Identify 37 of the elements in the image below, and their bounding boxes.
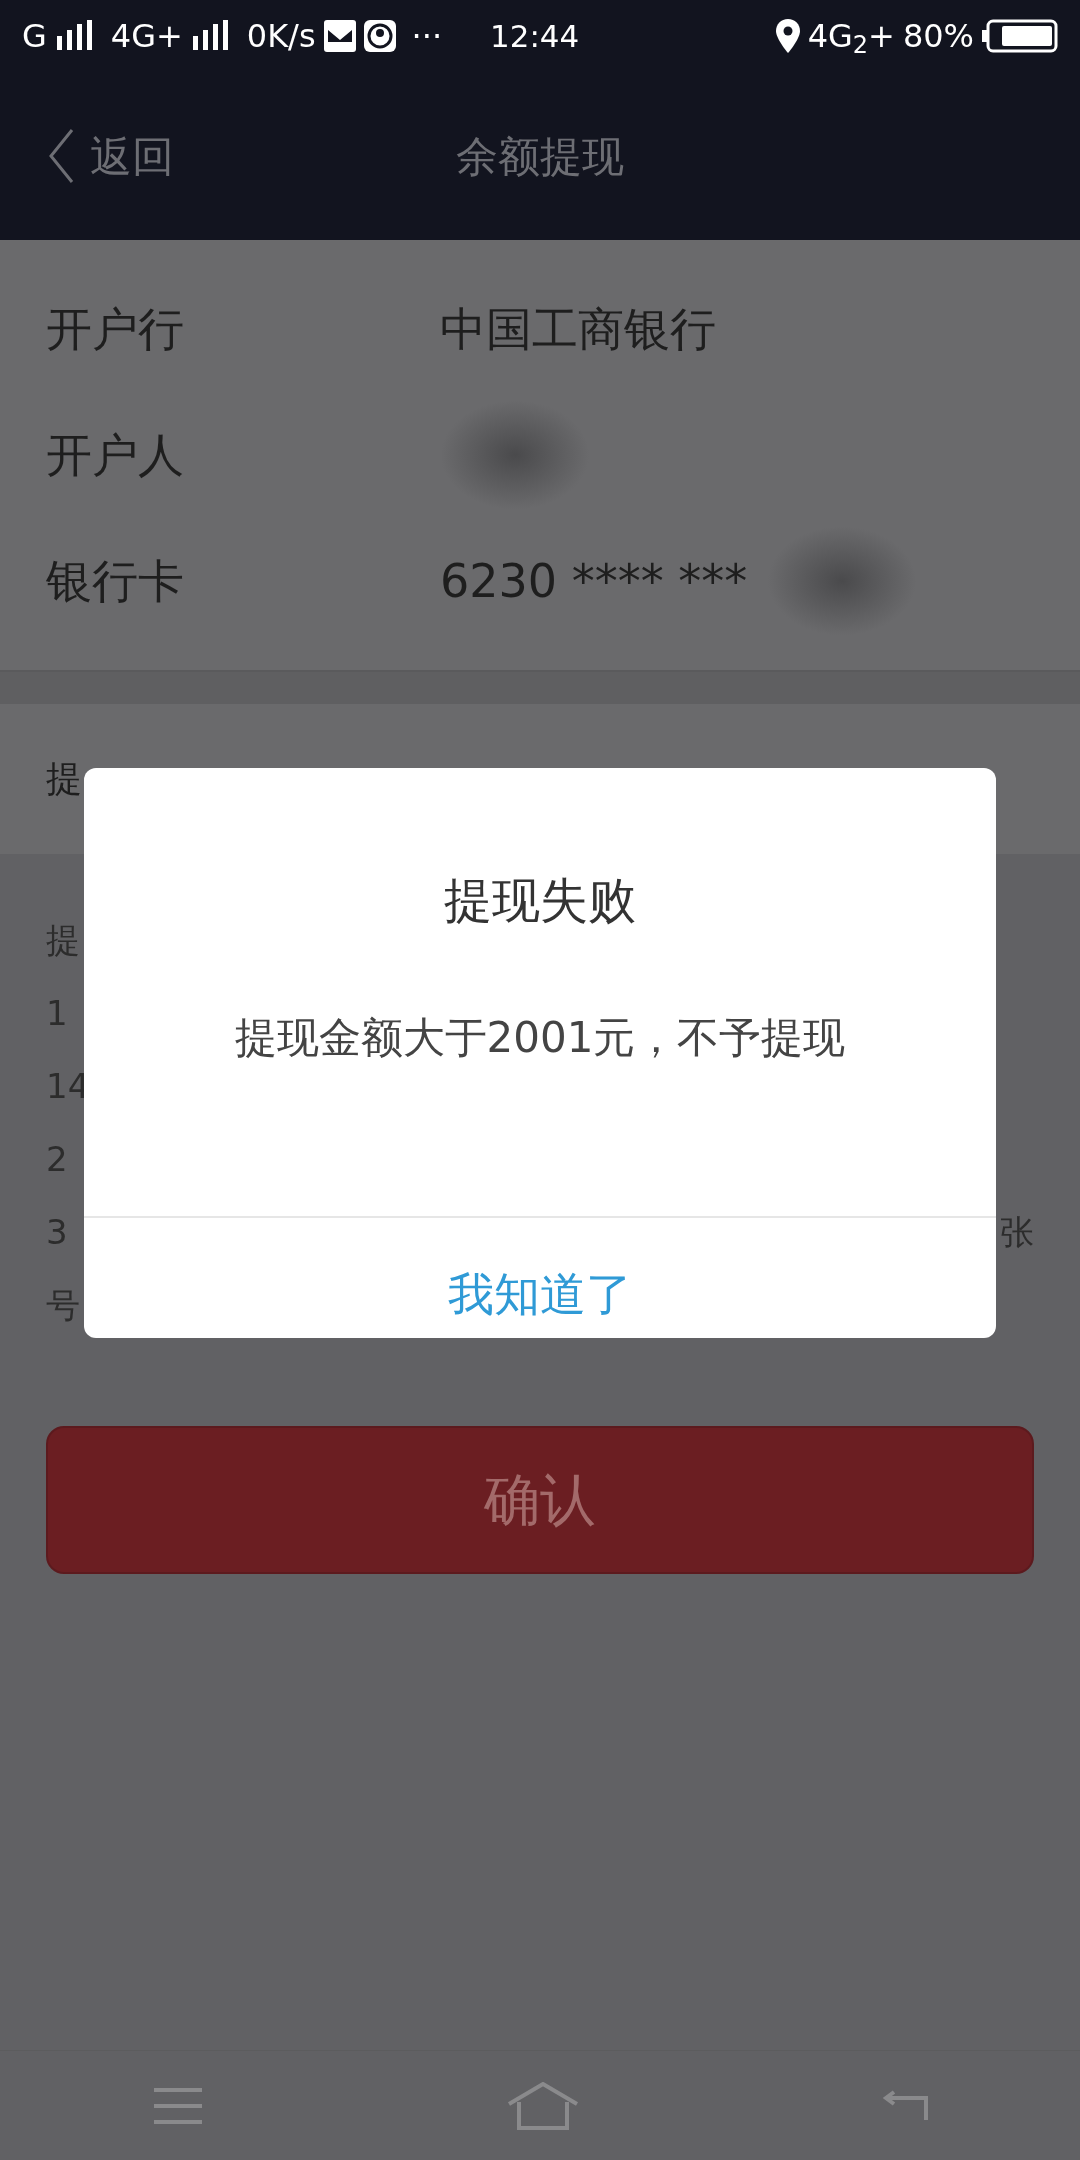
home-icon (507, 2081, 579, 2130)
chevron-left-icon (48, 128, 74, 184)
dialog-button[interactable]: 我知道了 (84, 1216, 996, 1371)
note-text: 2 (46, 1138, 68, 1181)
battery-icon (982, 19, 1058, 53)
back-button[interactable]: 返回 (0, 124, 174, 188)
carrier-label: G (22, 16, 47, 57)
confirm-button[interactable]: 确认 (46, 1426, 1034, 1574)
field-label: 提 (46, 757, 82, 801)
battery-percent: 80% (902, 16, 974, 57)
note-text: 3 (46, 1211, 68, 1254)
mail-icon (323, 20, 356, 52)
note-text: 张 (1000, 1211, 1034, 1254)
note-text: 号 (46, 1284, 80, 1327)
return-icon (882, 2089, 929, 2122)
network-type: 4G$_{2}$+ (807, 16, 895, 60)
field-label: 银行卡 (46, 552, 185, 610)
location-icon (775, 19, 800, 53)
dialog-title: 提现失败 (443, 871, 637, 930)
back-label[interactable]: 返回 (90, 124, 174, 188)
carrier-label: 4G+ (110, 16, 183, 57)
signal-icon (190, 20, 231, 52)
signal-icon (54, 20, 95, 52)
more-indicator: ··· (411, 16, 443, 57)
dialog-message: 提现金额大于2001元，不予提现 (233, 1012, 847, 1064)
network-speed: 0K/s (246, 16, 316, 57)
page-title: 余额提现 (456, 130, 624, 183)
note-text: 1 (46, 992, 68, 1035)
clock: 12:44 (490, 16, 580, 56)
field-label: 开户行 (46, 300, 185, 358)
field-label: 开户人 (46, 426, 185, 484)
note-text: 提 (46, 919, 80, 962)
menu-icon (151, 2085, 204, 2126)
field-value: 中国工商银行 (440, 300, 716, 358)
note-text: 14 (46, 1065, 90, 1108)
app-icon (363, 20, 396, 52)
field-value: 6230 **** *** (440, 552, 748, 610)
